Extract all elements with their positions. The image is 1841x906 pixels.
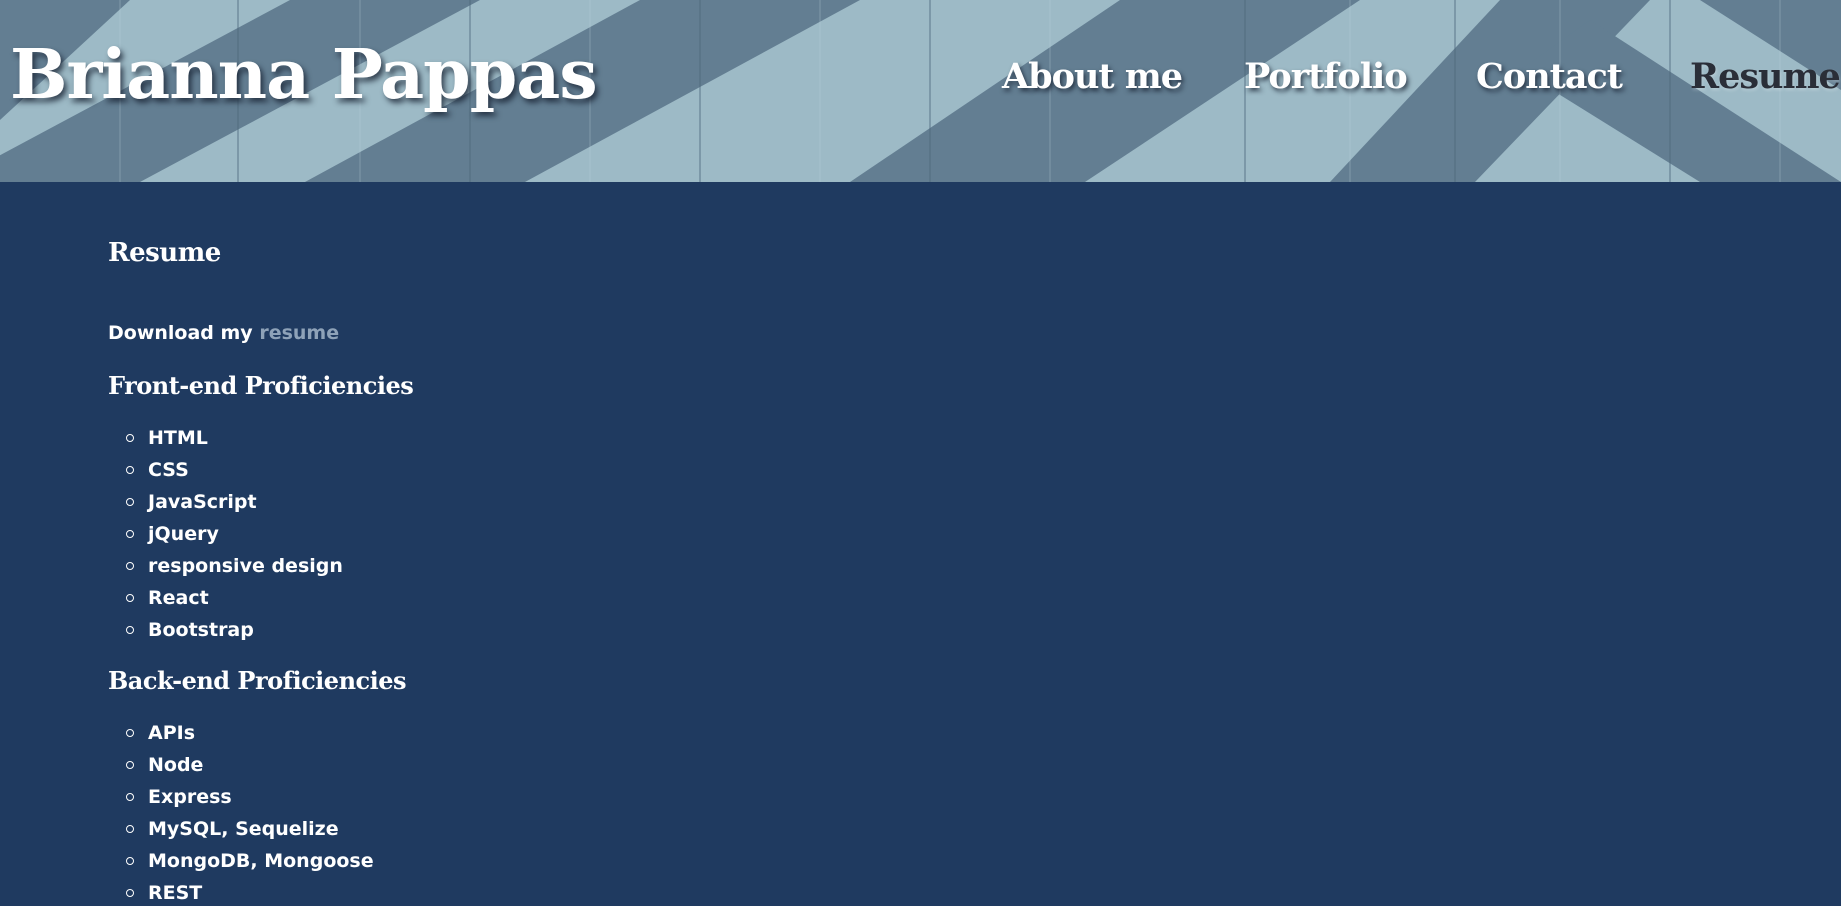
nav-about-me[interactable]: About me (1002, 56, 1183, 98)
list-item: Bootstrap (108, 614, 343, 646)
list-item: Node (108, 749, 374, 781)
list-item: HTML (108, 422, 343, 454)
list-item: CSS (108, 454, 343, 486)
backend-section-title: Back-end Proficiencies (108, 666, 407, 695)
site-header: Brianna Pappas About me Portfolio Contac… (0, 0, 1841, 182)
list-item: React (108, 582, 343, 614)
list-item: JavaScript (108, 486, 343, 518)
page-title: Resume (108, 238, 221, 268)
main-nav: About me Portfolio Contact Resume (0, 56, 1841, 108)
backend-skills-list: APIs Node Express MySQL, Sequelize Mongo… (108, 717, 374, 906)
list-item: APIs (108, 717, 374, 749)
list-item: MongoDB, Mongoose (108, 845, 374, 877)
frontend-skills-list: HTML CSS JavaScript jQuery responsive de… (108, 422, 343, 646)
frontend-section-title: Front-end Proficiencies (108, 371, 414, 400)
download-resume-line: Download my resume (108, 322, 339, 345)
nav-portfolio[interactable]: Portfolio (1244, 56, 1408, 98)
nav-contact[interactable]: Contact (1476, 56, 1623, 98)
list-item: REST (108, 877, 374, 906)
list-item: Express (108, 781, 374, 813)
list-item: jQuery (108, 518, 343, 550)
download-prefix-text: Download my (108, 322, 253, 344)
list-item: MySQL, Sequelize (108, 813, 374, 845)
nav-resume[interactable]: Resume (1690, 56, 1841, 98)
resume-download-link[interactable]: resume (259, 322, 339, 344)
list-item: responsive design (108, 550, 343, 582)
